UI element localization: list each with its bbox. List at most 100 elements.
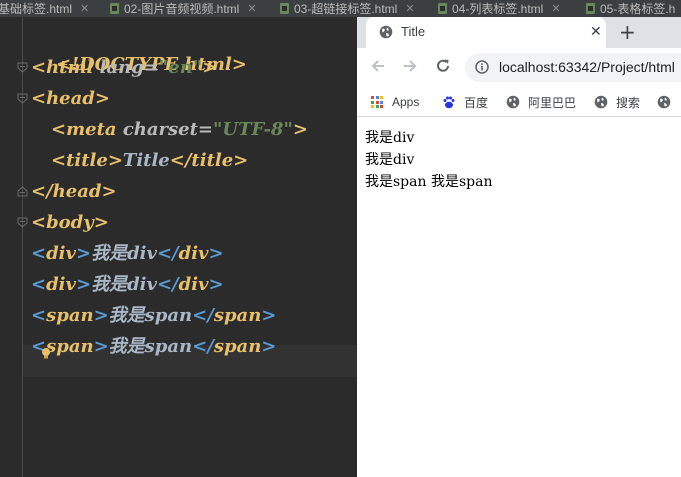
tag-token: <body> [31,212,109,233]
close-icon[interactable]: ✕ [405,2,414,15]
attr-token: charset= [116,119,214,140]
tag-token: div [46,243,76,264]
bracket-token: > [261,336,277,357]
tag-token: <html [31,57,94,78]
fold-open-icon[interactable] [17,62,28,73]
bookmark-apps[interactable]: Apps [371,94,419,110]
tag-token: span [46,336,94,357]
address-bar[interactable]: localhost:63342/Project/html [465,53,681,82]
close-icon[interactable]: ✕ [590,23,602,40]
bookmark-alibaba[interactable]: 阿里巴巴 [506,94,576,110]
tag-token: span [213,336,262,357]
code-line-html: <html lang="en"> [31,54,217,82]
info-icon[interactable] [475,60,489,74]
bracket-token: </ [192,305,214,326]
close-icon[interactable]: ✕ [80,2,89,15]
fold-close-icon[interactable] [17,186,28,197]
code-line-body: <body> [31,209,109,237]
code-line-div-2: <div>我是div</div> [31,271,224,299]
bracket-token: < [31,243,47,264]
globe-icon [657,95,671,109]
bookmark-label: 搜索 [616,95,641,110]
code-line-head-close: </head> [31,178,117,206]
html-file-icon [280,3,289,14]
bookmark-baidu[interactable]: 百度 [442,94,488,110]
back-arrow-icon[interactable] [369,57,387,75]
bookmarks-bar: Apps 百度 阿里巴巴 搜索 [357,85,681,117]
browser-tab[interactable]: Title ✕ [366,17,606,48]
rendered-div-2: 我是div [365,152,415,168]
ide-tab-label: 02-图片音频视频.html [124,2,240,16]
text-token: 我是span [108,305,193,326]
reload-icon[interactable] [434,57,452,75]
browser-toolbar: localhost:63342/Project/html [357,48,681,85]
ide-tab-label: 04-列表标签.html [452,2,544,16]
browser-window: Title ✕ + localhost:63342/Project/html A… [357,17,681,477]
code-line-title: <title>Title</title> [51,147,248,175]
ide-tab-label: 基础标签.html [0,2,73,16]
ide-tab-basic-tags[interactable]: 基础标签.html ✕ [0,0,89,17]
fold-open-icon[interactable] [17,217,28,228]
bookmark-label: 百度 [464,95,489,110]
close-icon[interactable]: ✕ [247,2,256,15]
apps-grid-icon [371,96,383,108]
bracket-token: > [208,243,224,264]
fold-open-icon[interactable] [17,93,28,104]
bracket-token: > [93,305,109,326]
ide-tab-table[interactable]: 05-表格标签.h [586,0,675,17]
bracket-token: > [261,305,277,326]
ide-tab-label: 05-表格标签.h [600,2,676,16]
bracket-token: > [75,274,92,295]
html-file-icon [110,3,119,14]
tag-token: div [46,274,76,295]
bracket-token: > [75,243,92,264]
ide-tab-bar: 基础标签.html ✕ 02-图片音频视频.html ✕ 03-超链接标签.ht… [0,0,681,17]
gutter-divider [22,17,23,477]
text-token: 我是span [108,336,193,357]
code-line-doctype: <!DOCTYPE html> [31,23,247,75]
bookmark-label: Apps [392,95,420,109]
tag-token: <title> [51,150,123,171]
tag-token: div [178,243,209,264]
forward-arrow-icon[interactable] [401,57,419,75]
rendered-span-1: 我是span [365,174,427,190]
code-line-div-1: <div>我是div</div> [31,240,224,268]
tag-token: </head> [31,181,117,202]
tag-token: div [178,274,209,295]
rendered-div-1: 我是div [365,130,415,146]
globe-icon [594,95,608,109]
tag-token: </title> [169,150,249,171]
bracket-token: </ [156,243,179,264]
text-token: 我是div [91,274,157,295]
rendered-span-line: 我是span 我是span [365,171,492,193]
globe-icon [506,95,520,109]
attr-token: lang= [93,57,159,78]
code-editor[interactable]: <!DOCTYPE html> <html lang="en"> <head> … [0,17,357,477]
tag-token: span [213,305,262,326]
bracket-token: < [31,305,47,326]
globe-icon [379,25,393,39]
code-line-head: <head> [31,85,110,113]
lightbulb-icon[interactable] [40,344,52,359]
ide-tab-list[interactable]: 04-列表标签.html ✕ [438,0,561,17]
tag-token: > [202,57,218,78]
url-text: localhost:63342/Project/html [499,59,675,75]
tag-token: <head> [31,88,110,109]
ide-tab-label: 03-超链接标签.html [294,2,398,16]
bookmark-search[interactable]: 搜索 [594,94,640,110]
ide-tab-hyperlink[interactable]: 03-超链接标签.html ✕ [280,0,415,17]
code-line-meta: <meta charset="UTF-8"> [51,116,308,144]
tag-token: span [46,305,94,326]
bookmark-label: 阿里巴巴 [528,95,577,110]
page-content: 我是div 我是div 我是span 我是span [365,127,492,193]
bracket-token: > [93,336,109,357]
code-line-span-2: <span>我是span</span> [31,333,276,361]
bookmark-overflow[interactable] [657,94,679,110]
tag-token: > [292,119,308,140]
rendered-span-2: 我是span [430,174,493,190]
close-icon[interactable]: ✕ [551,2,560,15]
ide-tab-image-audio-video[interactable]: 02-图片音频视频.html ✕ [110,0,257,17]
string-token: "en" [158,57,203,78]
new-tab-button[interactable]: + [619,20,636,44]
html-file-icon [586,3,595,14]
